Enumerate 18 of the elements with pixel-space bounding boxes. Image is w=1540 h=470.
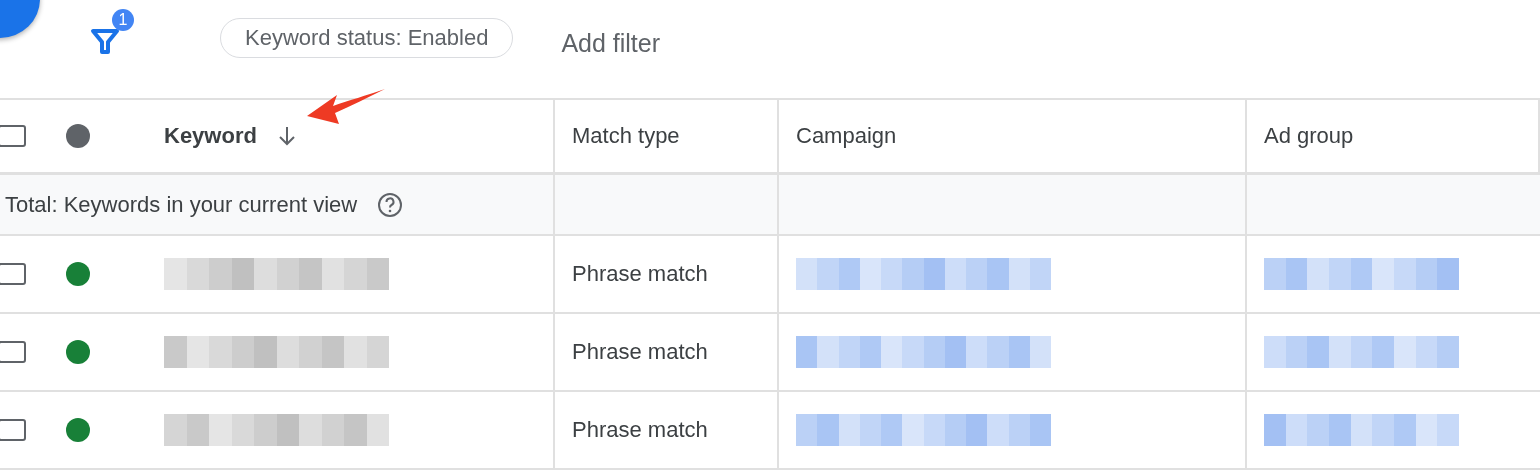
sort-descending-icon [276, 125, 297, 147]
column-header[interactable]: Campaign [796, 123, 897, 149]
column-header[interactable]: Match type [572, 123, 680, 149]
column-header[interactable]: Ad group [1264, 123, 1354, 149]
row-checkbox[interactable] [0, 341, 26, 363]
total-label: Total: Keywords in your current view [5, 191, 358, 218]
column-header[interactable]: Keyword [164, 123, 257, 149]
row-checkbox[interactable] [0, 263, 26, 285]
filter-chip[interactable]: Keyword status: Enabled [220, 18, 514, 58]
status-dot [66, 124, 90, 148]
select-all-checkbox[interactable] [0, 125, 26, 147]
help-icon[interactable] [377, 191, 404, 218]
table-cell: Phrase match [572, 339, 708, 365]
filter-count-badge: 1 [112, 9, 134, 31]
table-cell: Phrase match [572, 417, 708, 443]
add-filter-button[interactable]: Add filter [551, 23, 671, 63]
table-cell: Phrase match [572, 261, 708, 287]
row-checkbox[interactable] [0, 419, 26, 441]
